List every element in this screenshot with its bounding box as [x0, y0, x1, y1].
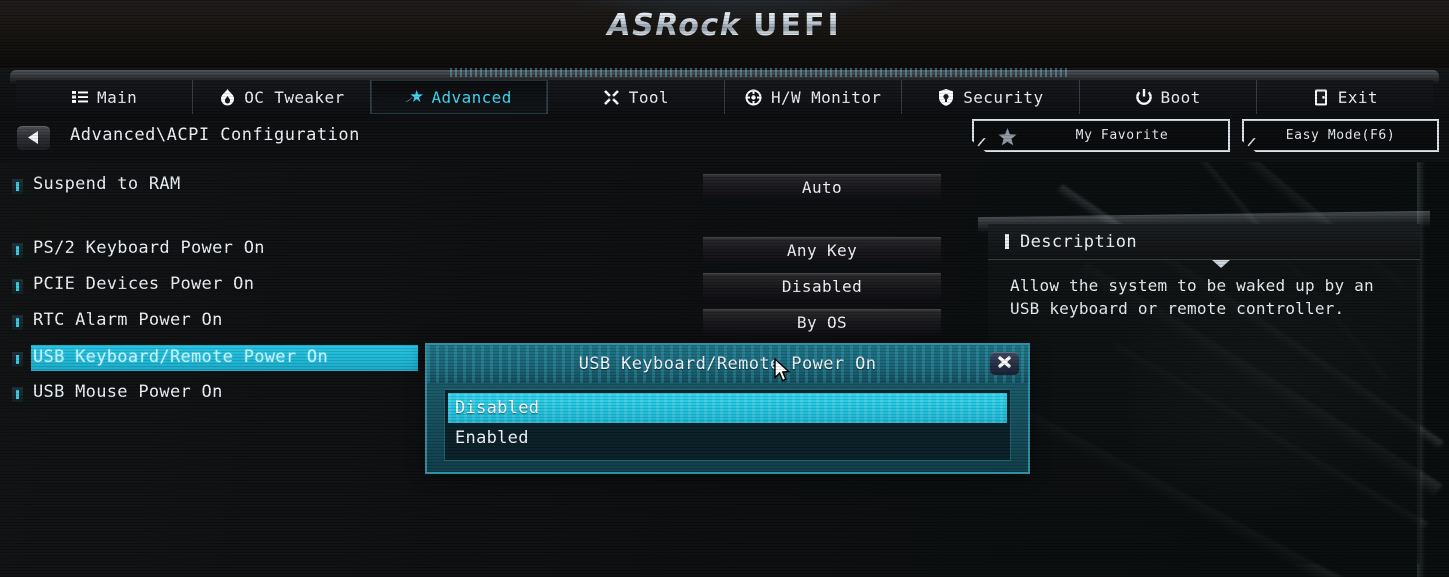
list-icon [71, 88, 89, 106]
exit-door-icon [1312, 88, 1330, 106]
header-bar: ASRock UEFI [0, 0, 1449, 68]
power-icon [1135, 88, 1153, 106]
setting-label: USB Keyboard/Remote Power On [33, 347, 328, 367]
tab-label: Boot [1160, 87, 1201, 107]
setting-label: Suspend to RAM [33, 174, 181, 194]
setting-value-pcie-devices-power-on[interactable]: Disabled [703, 273, 941, 299]
setting-value-ps2-keyboard-power-on[interactable]: Any Key [703, 237, 941, 263]
info-icon[interactable] [12, 352, 23, 367]
info-icon[interactable] [12, 387, 23, 402]
info-icon[interactable] [12, 243, 23, 258]
tab-tool[interactable]: Tool [547, 80, 725, 114]
setting-label: PCIE Devices Power On [33, 274, 255, 294]
brand-logo: ASRock UEFI [0, 8, 1449, 43]
breadcrumb: Advanced\ACPI Configuration [70, 125, 360, 145]
tab-bar-dot-pattern [450, 68, 1070, 77]
description-bar-icon [1005, 234, 1009, 249]
info-icon[interactable] [12, 179, 23, 194]
info-icon[interactable] [12, 315, 23, 330]
tab-boot[interactable]: Boot [1079, 80, 1257, 114]
setting-label: RTC Alarm Power On [33, 310, 223, 330]
tab-security[interactable]: Security [902, 80, 1080, 114]
tab-oc-tweaker[interactable]: OC Tweaker [193, 80, 371, 114]
tab-advanced[interactable]: Advanced [370, 80, 548, 114]
back-arrow-icon [27, 129, 40, 148]
tab-label: Exit [1337, 87, 1378, 107]
tab-label: H/W Monitor [770, 87, 882, 107]
tab-label: Main [97, 87, 138, 107]
setting-label: USB Mouse Power On [33, 382, 223, 402]
tab-bar: Main OC Tweaker Advanced Tool H/W Monito… [0, 68, 1449, 120]
crosshair-icon [745, 88, 763, 106]
dialog-title: USB Keyboard/Remote Power On [578, 354, 877, 374]
tab-label: Advanced [431, 87, 512, 107]
shield-icon [937, 88, 955, 106]
description-panel: Description Allow the system to be waked… [977, 210, 1431, 564]
wrench-icon [603, 88, 621, 106]
dialog-option-list: Disabled Enabled [444, 389, 1011, 461]
my-favorite-button[interactable]: My Favorite [972, 119, 1230, 152]
tab-exit[interactable]: Exit [1256, 80, 1433, 114]
dialog-option-enabled[interactable]: Enabled [448, 423, 1007, 453]
description-header: Description [988, 224, 1420, 260]
option-dialog: USB Keyboard/Remote Power On Disabled En… [425, 343, 1030, 474]
description-title: Description [1020, 231, 1137, 252]
star-icon [405, 88, 424, 106]
tab-label: OC Tweaker [244, 87, 345, 107]
breadcrumb-bar: Advanced\ACPI Configuration [0, 120, 1449, 162]
tab-hw-monitor[interactable]: H/W Monitor [725, 80, 903, 114]
brand-suffix: UEFI [753, 8, 842, 43]
setting-label: PS/2 Keyboard Power On [33, 238, 265, 258]
dialog-close-button[interactable] [990, 352, 1019, 375]
star-icon [998, 128, 1017, 150]
setting-value-suspend-to-ram[interactable]: Auto [703, 174, 941, 200]
close-icon [997, 354, 1012, 373]
tab-label: Tool [628, 87, 669, 107]
info-icon[interactable] [12, 279, 23, 294]
description-notch-icon [1212, 260, 1230, 268]
dialog-title-bar: USB Keyboard/Remote Power On [427, 345, 1028, 383]
uefi-bios-screen: ASRock UEFI Main OC Tweaker Advanced Too… [0, 0, 1449, 577]
back-button[interactable] [17, 126, 50, 150]
flame-icon [218, 88, 236, 106]
my-favorite-label: My Favorite [1075, 128, 1169, 143]
description-text: Allow the system to be waked up by an US… [1010, 276, 1374, 318]
dialog-option-disabled[interactable]: Disabled [448, 393, 1007, 423]
brand-name: ASRock [607, 8, 742, 43]
easy-mode-button[interactable]: Easy Mode(F6) [1242, 119, 1439, 152]
tab-label: Security [963, 87, 1044, 107]
setting-value-rtc-alarm-power-on[interactable]: By OS [703, 309, 941, 335]
tab-main[interactable]: Main [16, 80, 194, 114]
